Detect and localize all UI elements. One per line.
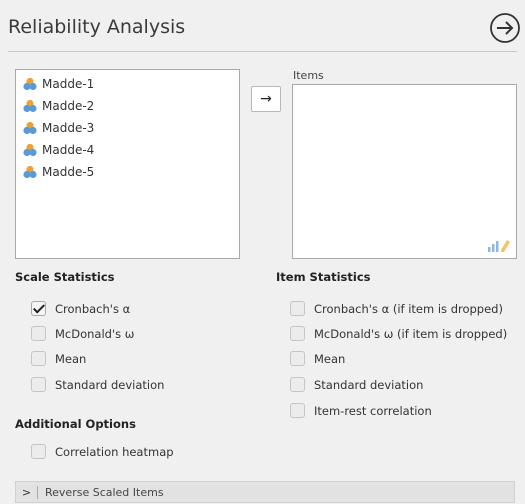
checkbox-box[interactable] xyxy=(290,403,305,418)
checkbox-label: Standard deviation xyxy=(314,377,424,392)
variable-item[interactable]: Madde-5 xyxy=(16,161,239,183)
checkbox-box[interactable] xyxy=(290,377,305,392)
additional-options-title: Additional Options xyxy=(15,417,136,431)
variable-item[interactable]: Madde-1 xyxy=(16,73,239,95)
measure-type-icon xyxy=(488,240,510,252)
variable-label: Madde-1 xyxy=(42,77,95,91)
variable-label: Madde-4 xyxy=(42,143,95,157)
variable-list[interactable]: Madde-1 Madde-2 Madde-3 Madde-4 Madde-5 xyxy=(15,69,240,259)
chevron-right-icon: > xyxy=(16,485,38,499)
checkbox-label: Mean xyxy=(55,351,87,366)
checkbox-box[interactable] xyxy=(31,444,46,459)
variable-item[interactable]: Madde-3 xyxy=(16,117,239,139)
scale-statistics-title: Scale Statistics xyxy=(15,270,115,284)
item-sd-checkbox[interactable]: Standard deviation xyxy=(290,377,423,392)
reverse-scaled-items-section[interactable]: > Reverse Scaled Items xyxy=(15,481,515,503)
checkbox-label: Item-rest correlation xyxy=(314,403,432,418)
move-to-items-button[interactable]: → xyxy=(251,86,281,112)
arrow-right-circle-icon[interactable] xyxy=(489,12,521,44)
cronbach-alpha-checkbox[interactable]: Cronbach's α xyxy=(31,301,130,316)
checkbox-label: McDonald's ω (if item is dropped) xyxy=(314,326,508,341)
checkbox-box[interactable] xyxy=(290,301,305,316)
variable-item[interactable]: Madde-4 xyxy=(16,139,239,161)
nominal-variable-icon xyxy=(23,165,37,179)
header-divider xyxy=(8,51,517,52)
checkbox-label: Cronbach's α (if item is dropped) xyxy=(314,301,503,316)
items-box-label: Items xyxy=(293,69,324,82)
variable-label: Madde-2 xyxy=(42,99,95,113)
checkbox-box[interactable] xyxy=(31,351,46,366)
checkbox-label: Standard deviation xyxy=(55,377,165,392)
nominal-variable-icon xyxy=(23,143,37,157)
item-mean-checkbox[interactable]: Mean xyxy=(290,351,345,366)
item-cronbach-alpha-checkbox[interactable]: Cronbach's α (if item is dropped) xyxy=(290,301,503,316)
nominal-variable-icon xyxy=(23,99,37,113)
variable-label: Madde-3 xyxy=(42,121,95,135)
variable-item[interactable]: Madde-2 xyxy=(16,95,239,117)
checkbox-box[interactable] xyxy=(31,326,46,341)
mcdonald-omega-checkbox[interactable]: McDonald's ω xyxy=(31,326,134,341)
items-drop-box[interactable] xyxy=(292,84,517,259)
nominal-variable-icon xyxy=(23,121,37,135)
page-title: Reliability Analysis xyxy=(8,16,186,38)
checkbox-label: McDonald's ω xyxy=(55,326,135,341)
checkbox-box[interactable] xyxy=(31,377,46,392)
checkbox-label: Correlation heatmap xyxy=(55,444,174,459)
panel-header: Reliability Analysis xyxy=(0,0,525,58)
nominal-variable-icon xyxy=(23,77,37,91)
scale-sd-checkbox[interactable]: Standard deviation xyxy=(31,377,164,392)
scale-mean-checkbox[interactable]: Mean xyxy=(31,351,86,366)
checkbox-label: Cronbach's α xyxy=(55,301,131,316)
item-rest-correlation-checkbox[interactable]: Item-rest correlation xyxy=(290,403,432,418)
item-mcdonald-omega-checkbox[interactable]: McDonald's ω (if item is dropped) xyxy=(290,326,507,341)
correlation-heatmap-checkbox[interactable]: Correlation heatmap xyxy=(31,444,174,459)
checkbox-box[interactable] xyxy=(31,301,46,316)
reverse-scaled-items-label: Reverse Scaled Items xyxy=(45,485,164,499)
checkbox-box[interactable] xyxy=(290,351,305,366)
checkbox-box[interactable] xyxy=(290,326,305,341)
item-statistics-title: Item Statistics xyxy=(276,270,371,284)
checkbox-label: Mean xyxy=(314,351,346,366)
variable-label: Madde-5 xyxy=(42,165,95,179)
